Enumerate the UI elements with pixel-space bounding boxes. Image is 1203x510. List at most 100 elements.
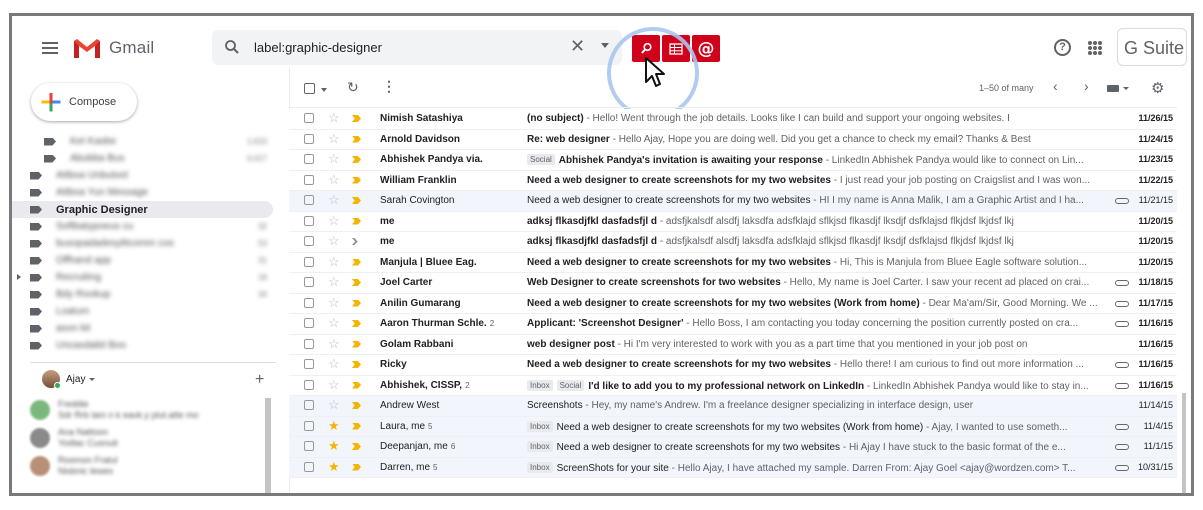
email-row[interactable]: ☆ Ricky Need a web designer to create scre…	[289, 355, 1177, 376]
category-chip[interactable]: Inbox	[527, 379, 553, 391]
email-row[interactable]: ☆ William Franklin Need a web designer to …	[289, 170, 1177, 191]
help-icon[interactable]: ?	[1054, 39, 1071, 56]
star-icon[interactable]: ☆	[328, 398, 340, 412]
email-row[interactable]: ☆ Nimish Satashiya (no subject) - Hello! W…	[289, 109, 1177, 130]
importance-marker-icon[interactable]	[352, 176, 361, 184]
gmail-logo[interactable]: Gmail	[72, 36, 154, 60]
importance-marker-icon[interactable]	[352, 156, 361, 163]
email-row[interactable]: ☆ Golam Rabbani web designer post - Hi I'm…	[289, 334, 1177, 355]
sidebar-label-item[interactable]: busopadadesylitcomm cos 53	[30, 235, 273, 252]
sidebar-label-item[interactable]: Ket Kasbe 1,610	[30, 133, 273, 150]
sidebar-label-item[interactable]: Uncasdalid Boo	[30, 337, 273, 354]
category-chip[interactable]: Social	[556, 379, 585, 391]
email-row[interactable]: ☆ Abhishek Pandya via. Social Abhishek Pand…	[289, 150, 1177, 171]
row-checkbox[interactable]	[304, 277, 314, 287]
row-checkbox[interactable]	[304, 236, 314, 246]
list-scrollbar[interactable]	[1182, 393, 1186, 493]
chevron-down-icon[interactable]	[89, 377, 96, 381]
star-icon[interactable]: ☆	[328, 152, 340, 166]
hangout-contact[interactable]: Roomon Fratul Nisbnic lewes	[30, 452, 273, 480]
email-row[interactable]: ☆ Aaron Thurman Schle. 2 Applicant: 'Screen…	[289, 314, 1177, 335]
select-options-icon[interactable]	[321, 88, 327, 92]
importance-marker-icon[interactable]	[352, 135, 361, 143]
prev-page-icon[interactable]: ‹	[1053, 78, 1058, 94]
gsuite-logo[interactable]: G Suite	[1117, 28, 1187, 66]
importance-marker-icon[interactable]	[352, 217, 361, 225]
search-input[interactable]: label:graphic-designer	[254, 40, 382, 55]
row-checkbox[interactable]	[304, 297, 314, 308]
sidebar-label-item[interactable]: Abubba Bus 4,417	[30, 150, 273, 167]
row-checkbox[interactable]	[304, 420, 314, 431]
category-chip[interactable]: Inbox	[527, 461, 553, 473]
star-icon[interactable]: ☆	[328, 234, 340, 248]
sidebar-label-item[interactable]: Bdy Rookup 34	[30, 286, 273, 303]
importance-marker-icon[interactable]	[352, 320, 361, 327]
email-row[interactable]: ★ Darren, me 5 Inbox ScreenShots for your si…	[289, 457, 1177, 478]
star-icon[interactable]: ☆	[328, 357, 340, 371]
importance-marker-icon[interactable]	[352, 258, 361, 266]
star-icon[interactable]: ☆	[328, 316, 340, 330]
search-options-icon[interactable]	[601, 43, 609, 48]
importance-marker-icon[interactable]	[352, 381, 361, 389]
star-icon[interactable]: ☆	[328, 377, 340, 392]
row-checkbox[interactable]	[304, 461, 314, 472]
row-checkbox[interactable]	[304, 359, 314, 369]
row-checkbox[interactable]	[304, 215, 314, 226]
star-icon[interactable]: ☆	[328, 295, 340, 310]
sidebar-label-item[interactable]: ason kit	[30, 320, 273, 337]
importance-marker-icon[interactable]	[352, 402, 361, 409]
email-row[interactable]: ☆ me adksj flkasdjfkl dasfadsfjl d - adsfj…	[289, 232, 1177, 253]
expand-arrow-icon[interactable]	[17, 274, 21, 280]
row-checkbox[interactable]	[304, 174, 314, 185]
email-row[interactable]: ☆ Sarah Covington Need a web designer to c…	[289, 191, 1177, 212]
row-checkbox[interactable]	[304, 338, 314, 349]
category-chip[interactable]: Inbox	[527, 420, 553, 432]
importance-marker-icon[interactable]	[352, 463, 361, 471]
email-row[interactable]: ☆ Abhishek, CISSP, 2 Inbox Social I'd like to…	[289, 375, 1177, 396]
importance-marker-icon[interactable]	[352, 361, 361, 368]
star-icon[interactable]: ☆	[328, 193, 340, 207]
compose-button[interactable]: Compose	[31, 83, 137, 121]
row-checkbox[interactable]	[304, 400, 314, 410]
star-icon[interactable]: ★	[328, 439, 340, 453]
email-row[interactable]: ☆ Joel Carter Web Designer to create scree…	[289, 273, 1177, 294]
add-contact-icon[interactable]: +	[255, 371, 264, 389]
star-icon[interactable]: ☆	[328, 213, 340, 228]
more-options-icon[interactable]: ⋮	[382, 78, 396, 95]
importance-marker-icon[interactable]	[352, 340, 361, 348]
row-checkbox[interactable]	[304, 318, 314, 328]
keyboard-icon[interactable]	[1107, 85, 1119, 92]
apps-grid-icon[interactable]	[1088, 41, 1102, 55]
row-checkbox[interactable]	[304, 441, 314, 451]
sidebar-label-item[interactable]: Softbatypoeus cu 32	[30, 218, 273, 235]
category-chip[interactable]: Inbox	[527, 441, 553, 452]
search-bar[interactable]: label:graphic-designer ✕	[212, 30, 622, 65]
sidebar-label-item[interactable]: Attboa Yun Message	[30, 184, 273, 201]
hangout-contact[interactable]: Freddie Sdr Rrb lam n k eavk.y plut.atte …	[30, 396, 273, 424]
email-row[interactable]: ☆ Anilin Gumarang Need a web designer to c…	[289, 293, 1177, 314]
star-icon[interactable]: ☆	[328, 131, 340, 146]
email-row[interactable]: ★ Laura, me 5 Inbox Need a web designer to c…	[289, 416, 1177, 437]
hangout-contact[interactable]: Ana Nattoon Yodlac Cusnuit	[30, 424, 273, 452]
star-icon[interactable]: ☆	[328, 254, 340, 269]
star-icon[interactable]: ★	[328, 459, 340, 474]
input-tools-dropdown-icon[interactable]	[1123, 87, 1129, 90]
star-icon[interactable]: ☆	[328, 336, 340, 351]
email-row[interactable]: ☆ me adksj flkasdjfkl dasfadsfjl d - adsfj…	[289, 211, 1177, 232]
refresh-icon[interactable]: ↻	[347, 79, 359, 96]
next-page-icon[interactable]: ›	[1084, 78, 1089, 94]
importance-marker-icon[interactable]	[352, 422, 361, 430]
row-checkbox[interactable]	[304, 195, 314, 205]
main-menu-icon[interactable]	[42, 42, 58, 54]
clear-search-icon[interactable]: ✕	[570, 36, 585, 57]
importance-marker-icon[interactable]	[352, 115, 361, 122]
sidebar-label-item[interactable]: Recruiting 18	[17, 269, 273, 286]
importance-marker-icon[interactable]	[352, 197, 361, 204]
sidebar-scrollbar[interactable]	[265, 398, 271, 493]
importance-marker-icon[interactable]	[352, 279, 361, 286]
search-icon[interactable]	[224, 39, 240, 55]
star-icon[interactable]: ☆	[328, 172, 340, 187]
email-row[interactable]: ☆ Andrew West Screenshots - Hey, my name's…	[289, 396, 1177, 417]
sidebar-label-item[interactable]: Attboa Unbutool	[30, 167, 273, 184]
row-checkbox[interactable]	[304, 379, 314, 390]
